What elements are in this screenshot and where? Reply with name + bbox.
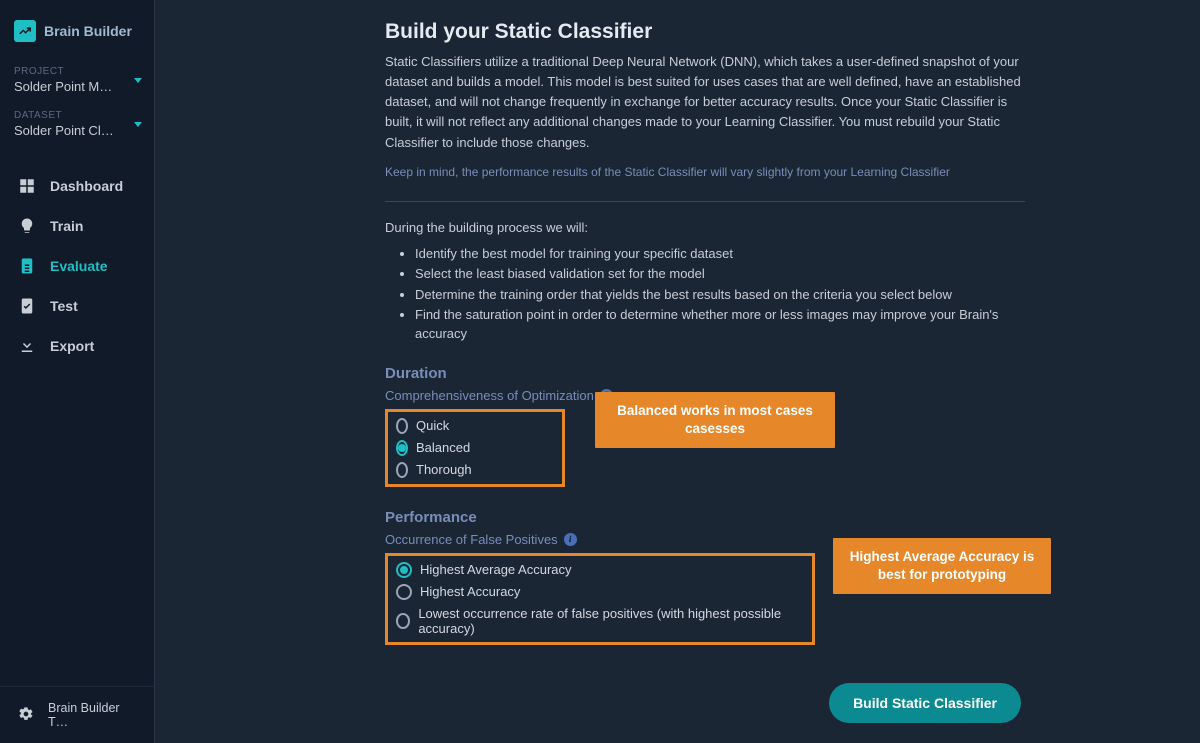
process-bullet: Identify the best model for training you… (415, 245, 1025, 263)
radio-lowest-false-positives[interactable]: Lowest occurrence rate of false positive… (396, 606, 782, 636)
lightbulb-icon (18, 217, 36, 235)
project-selector-value: Solder Point M… (14, 79, 122, 94)
caret-down-icon (134, 78, 142, 83)
sidebar-item-evaluate[interactable]: Evaluate (0, 246, 154, 286)
checklist-icon (18, 297, 36, 315)
radio-label: Thorough (416, 462, 472, 477)
app-logo-row: Brain Builder (0, 10, 154, 60)
page-description: Static Classifiers utilize a traditional… (385, 52, 1025, 153)
sidebar-item-label: Test (50, 298, 78, 314)
process-bullet: Select the least biased validation set f… (415, 265, 1025, 283)
settings-label: Brain Builder T… (48, 701, 136, 729)
process-bullets: Identify the best model for training you… (415, 245, 1025, 343)
radio-label: Highest Accuracy (420, 584, 520, 599)
callout-performance: Highest Average Accuracy is best for pro… (833, 538, 1051, 594)
radio-label: Balanced (416, 440, 470, 455)
dataset-selector-value: Solder Point Cl… (14, 123, 122, 138)
performance-sub-text: Occurrence of False Positives (385, 532, 558, 547)
sidebar-settings[interactable]: Brain Builder T… (0, 686, 154, 743)
clipboard-icon (18, 257, 36, 275)
grid-icon (18, 177, 36, 195)
build-row: Build Static Classifier (385, 683, 1025, 723)
radio-balanced[interactable]: Balanced (396, 440, 412, 456)
brain-builder-logo-icon (14, 20, 36, 42)
dataset-selector-label: DATASET (14, 110, 140, 121)
radio-label: Highest Average Accuracy (420, 562, 572, 577)
radio-icon (396, 613, 410, 629)
divider (385, 201, 1025, 202)
project-selector-label: PROJECT (14, 66, 140, 77)
radio-highest-avg-accuracy[interactable]: Highest Average Accuracy (396, 562, 782, 578)
page-title: Build your Static Classifier (385, 20, 1025, 44)
gear-icon (18, 706, 34, 725)
project-selector[interactable]: PROJECT Solder Point M… (0, 60, 154, 104)
sidebar-item-export[interactable]: Export (0, 326, 154, 366)
sidebar-item-label: Dashboard (50, 178, 123, 194)
callout-duration: Balanced works in most cases casesses (595, 392, 835, 448)
sidebar-item-dashboard[interactable]: Dashboard (0, 166, 154, 206)
process-bullet: Determine the training order that yields… (415, 286, 1025, 304)
build-static-classifier-button[interactable]: Build Static Classifier (829, 683, 1021, 723)
radio-icon (396, 440, 408, 456)
radio-label: Lowest occurrence rate of false positive… (418, 606, 782, 636)
performance-heading: Performance (385, 509, 1025, 526)
radio-thorough[interactable]: Thorough (396, 462, 412, 478)
performance-radio-group: Highest Average Accuracy Highest Accurac… (385, 553, 815, 645)
process-bullet: Find the saturation point in order to de… (415, 306, 1025, 343)
page-note: Keep in mind, the performance results of… (385, 165, 1025, 179)
sidebar: Brain Builder PROJECT Solder Point M… DA… (0, 0, 155, 743)
sidebar-item-label: Train (50, 218, 83, 234)
dataset-selector[interactable]: DATASET Solder Point Cl… (0, 104, 154, 148)
process-intro: During the building process we will: (385, 220, 1025, 235)
radio-quick[interactable]: Quick (396, 418, 412, 434)
sidebar-item-label: Evaluate (50, 258, 108, 274)
radio-icon (396, 462, 408, 478)
sidebar-nav: Dashboard Train Evaluate Test Export (0, 166, 154, 366)
sidebar-item-test[interactable]: Test (0, 286, 154, 326)
duration-sub-text: Comprehensiveness of Optimization (385, 388, 594, 403)
radio-icon (396, 584, 412, 600)
duration-radio-group: Quick Balanced Thorough (385, 409, 565, 487)
caret-down-icon (134, 122, 142, 127)
radio-highest-accuracy[interactable]: Highest Accuracy (396, 584, 782, 600)
content-panel: Build your Static Classifier Static Clas… (385, 6, 1025, 743)
info-icon[interactable]: i (564, 533, 577, 546)
radio-label: Quick (416, 418, 449, 433)
download-icon (18, 337, 36, 355)
radio-icon (396, 418, 408, 434)
sidebar-item-train[interactable]: Train (0, 206, 154, 246)
radio-icon (396, 562, 412, 578)
main: Build your Static Classifier Static Clas… (155, 0, 1200, 743)
app-name: Brain Builder (44, 23, 132, 39)
duration-heading: Duration (385, 365, 1025, 382)
sidebar-item-label: Export (50, 338, 94, 354)
